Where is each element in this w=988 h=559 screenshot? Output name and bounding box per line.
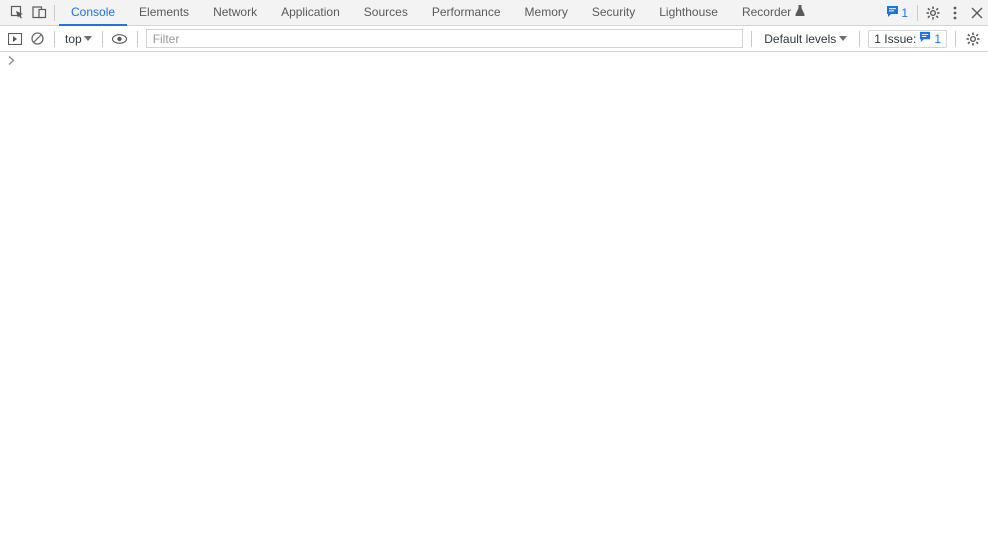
tab-label: Elements (139, 5, 189, 19)
prompt-caret-icon (8, 54, 15, 68)
issues-count: 1 (934, 32, 941, 46)
spacer (817, 0, 881, 25)
messages-count: 1 (901, 6, 908, 20)
tab-network[interactable]: Network (201, 0, 269, 26)
tab-sources[interactable]: Sources (352, 0, 420, 26)
tab-label: Memory (525, 5, 568, 19)
chat-icon (886, 5, 899, 21)
tab-label: Lighthouse (659, 5, 718, 19)
divider (751, 31, 752, 47)
close-icon[interactable] (966, 0, 988, 26)
tab-performance[interactable]: Performance (420, 0, 513, 26)
tab-label: Security (592, 5, 635, 19)
device-toolbar-icon[interactable] (28, 0, 50, 26)
flask-icon (795, 5, 805, 19)
topbar-right-group: 1 (881, 0, 988, 25)
tab-security[interactable]: Security (580, 0, 647, 26)
clear-console-icon[interactable] (28, 26, 46, 52)
chevron-down-icon (839, 36, 847, 41)
tab-memory[interactable]: Memory (513, 0, 580, 26)
tab-elements[interactable]: Elements (127, 0, 201, 26)
settings-gear-icon[interactable] (922, 0, 944, 26)
divider (102, 31, 103, 47)
panel-tabs: Console Elements Network Application Sou… (59, 0, 817, 25)
log-levels-dropdown[interactable]: Default levels (760, 32, 851, 46)
tab-console[interactable]: Console (59, 0, 127, 26)
live-expression-icon[interactable] (111, 26, 129, 52)
more-icon[interactable] (944, 0, 966, 26)
topbar-left-group (0, 0, 59, 25)
tab-label: Recorder (742, 5, 791, 19)
divider (955, 31, 956, 47)
chat-icon (919, 31, 931, 46)
levels-label: Default levels (764, 32, 836, 46)
chevron-down-icon (84, 36, 92, 41)
divider (917, 5, 918, 21)
tab-application[interactable]: Application (269, 0, 352, 26)
divider (54, 5, 55, 21)
tab-label: Network (213, 5, 257, 19)
filter-input[interactable] (146, 29, 744, 48)
issues-label: 1 Issue: (874, 32, 916, 46)
tab-recorder[interactable]: Recorder (730, 0, 817, 26)
console-prompt-row[interactable] (0, 52, 988, 70)
console-settings-gear-icon[interactable] (964, 26, 982, 52)
divider (54, 31, 55, 47)
context-dropdown[interactable]: top (63, 32, 94, 46)
tab-label: Performance (432, 5, 501, 19)
messages-button[interactable]: 1 (881, 4, 913, 22)
console-body[interactable] (0, 52, 988, 559)
divider (137, 31, 138, 47)
tab-lighthouse[interactable]: Lighthouse (647, 0, 730, 26)
sidebar-toggle-icon[interactable] (6, 26, 24, 52)
tab-label: Console (71, 5, 115, 19)
tab-label: Application (281, 5, 340, 19)
devtools-topbar: Console Elements Network Application Sou… (0, 0, 988, 26)
context-label: top (65, 32, 82, 46)
divider (859, 31, 860, 47)
issues-button[interactable]: 1 Issue: 1 (868, 30, 947, 48)
inspect-element-icon[interactable] (6, 0, 28, 26)
console-toolbar: top Default levels 1 Issue: 1 (0, 26, 988, 52)
tab-label: Sources (364, 5, 408, 19)
